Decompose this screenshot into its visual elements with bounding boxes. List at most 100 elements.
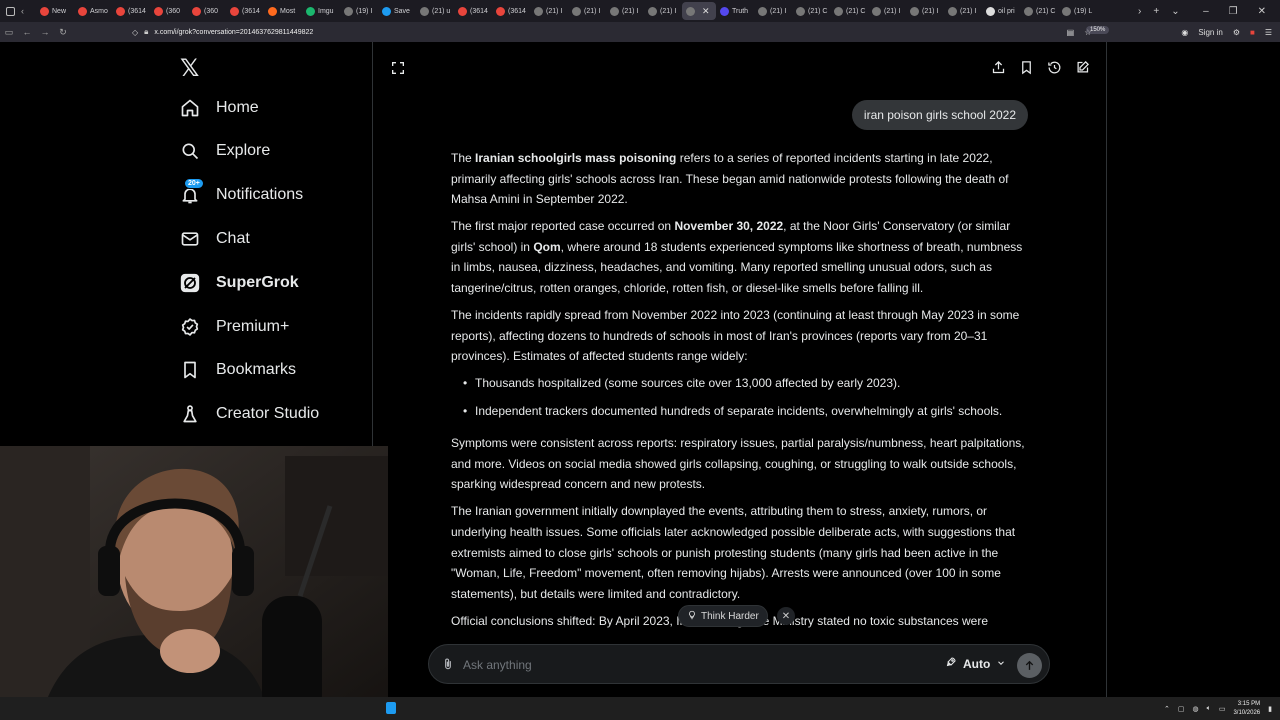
sidebar-item-explore[interactable]: Explore: [180, 136, 270, 166]
browser-tab[interactable]: (21) I: [568, 2, 606, 20]
browser-tab-bar: ‹ New Asmo (3614 (360 (360 (3614 Most Imgu (19) …: [0, 0, 1280, 22]
browser-tab[interactable]: Save: [378, 2, 416, 20]
browser-tab[interactable]: (21) u: [416, 2, 454, 20]
sidebar-item-label: Creator Studio: [216, 405, 320, 422]
tab-favicon-icon: [872, 6, 881, 16]
sidebar-item-bookmarks[interactable]: Bookmarks: [180, 355, 296, 385]
tab-favicon-icon: [648, 6, 657, 16]
tab-favicon-icon: [458, 6, 467, 16]
sidebar-toggle-icon[interactable]: ▭: [0, 27, 18, 38]
close-window-button[interactable]: ✕: [1258, 6, 1266, 17]
bookmark-icon: [180, 360, 200, 380]
tab-overview-icon[interactable]: [6, 6, 15, 16]
tab-label: (19) L: [1074, 7, 1093, 15]
close-icon[interactable]: ✕: [777, 607, 795, 625]
sign-in-link[interactable]: Sign in: [1198, 28, 1222, 37]
sidebar-item-supergrok[interactable]: SuperGrok: [180, 268, 299, 298]
tab-label: (360: [166, 7, 181, 15]
forward-button[interactable]: →: [36, 27, 54, 37]
browser-tab[interactable]: (21) I: [944, 2, 982, 20]
system-clock[interactable]: 3:15 PM 3/10/2026: [1233, 700, 1260, 718]
tab-close-icon[interactable]: ✕: [702, 6, 710, 17]
browser-tab[interactable]: (360: [188, 2, 226, 20]
sidebar-item-home[interactable]: Home: [180, 93, 259, 123]
tab-scroll-left-icon[interactable]: ‹: [21, 6, 24, 16]
back-button[interactable]: ←: [18, 27, 36, 37]
tab-scroll-right-icon[interactable]: ›: [1138, 6, 1141, 17]
ask-input[interactable]: [463, 655, 913, 675]
address-bar[interactable]: ◇ 🔒︎ x.com/i/grok?conversation=201463762…: [132, 24, 1122, 40]
expand-icon[interactable]: [390, 60, 406, 76]
taskbar-app-icon[interactable]: [386, 702, 396, 714]
browser-tab[interactable]: (21) I: [530, 2, 568, 20]
browser-tab[interactable]: New: [36, 2, 74, 20]
browser-tab[interactable]: (19) I: [340, 2, 378, 20]
tab-label: (21) I: [960, 7, 977, 15]
mode-selector[interactable]: Auto: [945, 656, 1006, 671]
account-icon[interactable]: ◉: [1181, 28, 1188, 37]
tracking-shield-icon[interactable]: ◇: [132, 28, 138, 37]
response-paragraph: The first major reported case occurred o…: [451, 219, 1023, 296]
tab-list-dropdown-icon[interactable]: ⌄: [1171, 6, 1179, 17]
browser-tab[interactable]: (21) I: [906, 2, 944, 20]
mode-label: Auto: [963, 656, 991, 671]
bell-icon: 20+: [180, 178, 204, 205]
bookmark-star-icon[interactable]: ☆: [1084, 28, 1091, 37]
sidebar-item-notifications[interactable]: 20+ Notifications: [180, 178, 303, 210]
volume-icon[interactable]: 🔈︎: [1207, 705, 1211, 713]
lock-icon[interactable]: 🔒︎: [144, 27, 148, 37]
think-harder-label: Think Harder: [701, 610, 759, 622]
url-text: x.com/i/grok?conversation=20146376298114…: [154, 28, 314, 36]
browser-tab[interactable]: (21) I: [868, 2, 906, 20]
think-harder-button[interactable]: Think Harder: [678, 605, 768, 627]
sidebar-item-chat[interactable]: Chat: [180, 224, 250, 254]
tray-device-icon[interactable]: ▢: [1178, 705, 1185, 713]
browser-tab[interactable]: (3614: [454, 2, 492, 20]
browser-tab[interactable]: (360: [150, 2, 188, 20]
browser-tab[interactable]: Truth: [716, 2, 754, 20]
menu-icon[interactable]: ☰: [1265, 28, 1272, 37]
browser-tab[interactable]: oil pri: [982, 2, 1020, 20]
browser-tab[interactable]: (3614: [492, 2, 530, 20]
browser-tab[interactable]: Most: [264, 2, 302, 20]
browser-tab[interactable]: Imgu: [302, 2, 340, 20]
restore-button[interactable]: ❐: [1229, 6, 1238, 17]
browser-tab[interactable]: (21) I: [644, 2, 682, 20]
history-icon[interactable]: [1047, 60, 1062, 75]
browser-tab[interactable]: (3614: [112, 2, 150, 20]
browser-tab[interactable]: (19) L: [1058, 2, 1096, 20]
sidebar-item-premium[interactable]: Premium+: [180, 312, 289, 342]
tray-chevron-up-icon[interactable]: ⌃: [1164, 705, 1170, 713]
tab-label: (21) I: [922, 7, 939, 15]
tab-label: Most: [280, 7, 296, 15]
browser-tab[interactable]: (21) C: [792, 2, 830, 20]
browser-tab[interactable]: (3614: [226, 2, 264, 20]
send-button[interactable]: [1017, 653, 1042, 678]
tab-favicon-icon: [344, 6, 353, 16]
grok-response: The Iranian schoolgirls mass poisoning r…: [451, 148, 1031, 638]
browser-tab[interactable]: Asmo: [74, 2, 112, 20]
browser-tab[interactable]: (21) I: [606, 2, 644, 20]
tab-favicon-icon: [910, 6, 919, 16]
notification-center-icon[interactable]: ▮: [1268, 705, 1272, 713]
extension-badge-icon[interactable]: ■: [1250, 28, 1255, 37]
x-logo[interactable]: 𝕏: [180, 54, 199, 82]
new-tab-button[interactable]: +: [1153, 6, 1159, 17]
browser-nav-bar: ▭ ← → ↻ ◇ 🔒︎ x.com/i/grok?conversation=2…: [0, 22, 1280, 42]
battery-icon[interactable]: ▭: [1219, 705, 1226, 713]
browser-tab-active[interactable]: ✕: [682, 2, 716, 20]
new-chat-icon[interactable]: [1075, 60, 1090, 75]
network-icon[interactable]: ◍: [1193, 705, 1199, 713]
sidebar-item-creator-studio[interactable]: Creator Studio: [180, 399, 319, 429]
scroll-fade: [373, 625, 1106, 645]
extensions-icon[interactable]: ⚙: [1233, 28, 1240, 37]
attach-icon[interactable]: [441, 657, 455, 671]
share-icon[interactable]: [991, 60, 1006, 75]
browser-tab[interactable]: (21) I: [754, 2, 792, 20]
browser-tab[interactable]: (21) C: [830, 2, 868, 20]
minimize-button[interactable]: –: [1203, 6, 1209, 17]
reader-mode-icon[interactable]: ▤: [1067, 28, 1075, 37]
browser-tab[interactable]: (21) C: [1020, 2, 1058, 20]
reload-button[interactable]: ↻: [54, 27, 72, 38]
bookmark-chat-icon[interactable]: [1019, 60, 1034, 75]
